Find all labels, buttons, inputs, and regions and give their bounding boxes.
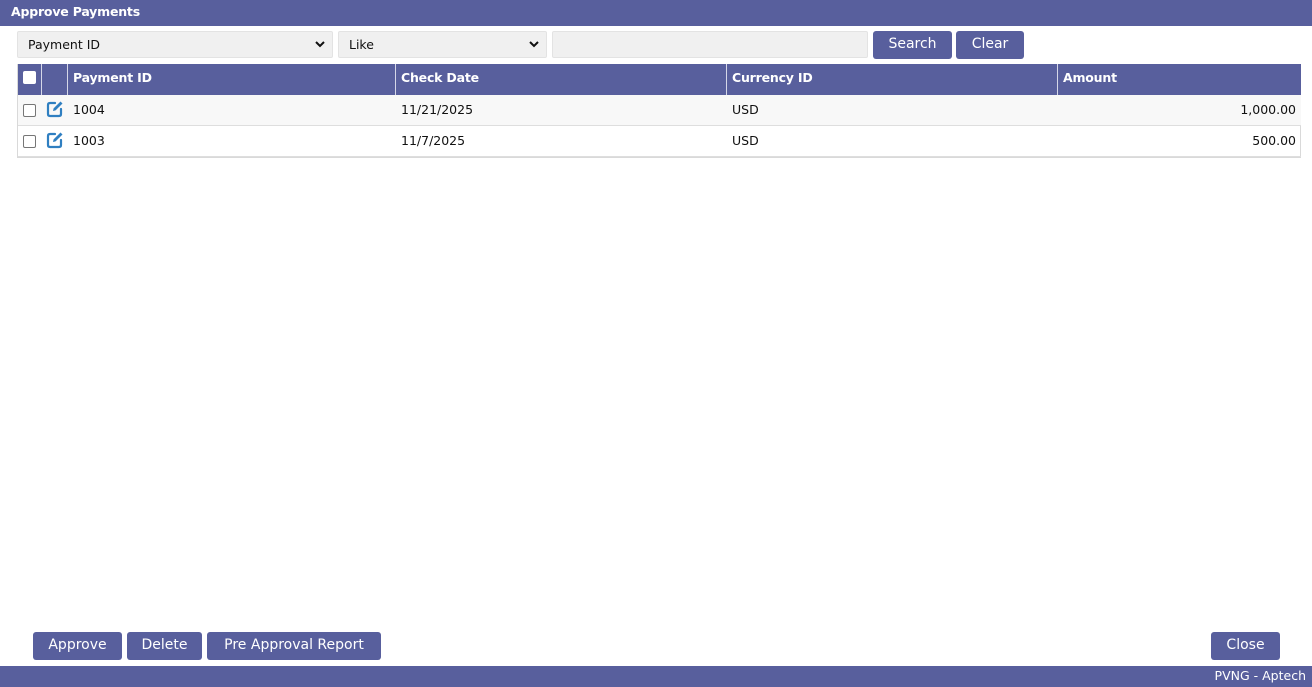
cell-payment-id: 1003: [73, 133, 105, 148]
cell-check-date: 11/21/2025: [401, 102, 474, 117]
column-header-amount[interactable]: Amount: [1058, 64, 1301, 95]
table-header: Payment ID Check Date Currency ID Amount: [18, 64, 1301, 95]
column-header-currency-id[interactable]: Currency ID: [727, 64, 1058, 95]
status-bar: PVNG - Aptech: [0, 666, 1312, 687]
row-checkbox[interactable]: [23, 104, 36, 117]
filter-operator-value: Like: [349, 37, 374, 52]
clear-button[interactable]: Clear: [956, 31, 1024, 59]
cell-currency-id: USD: [732, 102, 759, 117]
cell-amount: 1,000.00: [1240, 102, 1296, 117]
table-row[interactable]: 1003 11/7/2025 USD 500.00: [18, 126, 1301, 157]
row-checkbox[interactable]: [23, 135, 36, 148]
filter-field-value: Payment ID: [28, 37, 101, 52]
cell-currency-id: USD: [732, 133, 759, 148]
delete-button[interactable]: Delete: [127, 632, 202, 660]
approve-button[interactable]: Approve: [33, 632, 122, 660]
filter-field-select[interactable]: Payment ID: [17, 31, 333, 58]
cell-payment-id: 1004: [73, 102, 105, 117]
filter-operator-select[interactable]: Like: [338, 31, 547, 58]
chevron-down-icon: [529, 41, 539, 48]
table-row[interactable]: 1004 11/21/2025 USD 1,000.00: [18, 95, 1301, 126]
edit-icon[interactable]: [46, 100, 64, 118]
filter-search-input[interactable]: [552, 31, 868, 58]
search-button[interactable]: Search: [873, 31, 952, 59]
chevron-down-icon: [315, 41, 325, 48]
payments-table: Payment ID Check Date Currency ID Amount…: [17, 64, 1301, 158]
edit-icon[interactable]: [46, 131, 64, 149]
close-button[interactable]: Close: [1211, 632, 1280, 660]
pre-approval-report-button[interactable]: Pre Approval Report: [207, 632, 381, 660]
window-title: Approve Payments: [0, 0, 1312, 26]
select-all-checkbox[interactable]: [23, 71, 36, 84]
cell-check-date: 11/7/2025: [401, 133, 466, 148]
column-header-payment-id[interactable]: Payment ID: [68, 64, 396, 95]
cell-amount: 500.00: [1252, 133, 1296, 148]
column-header-check-date[interactable]: Check Date: [396, 64, 727, 95]
header-edit-cell: [42, 64, 68, 95]
header-select-cell: [18, 64, 42, 95]
